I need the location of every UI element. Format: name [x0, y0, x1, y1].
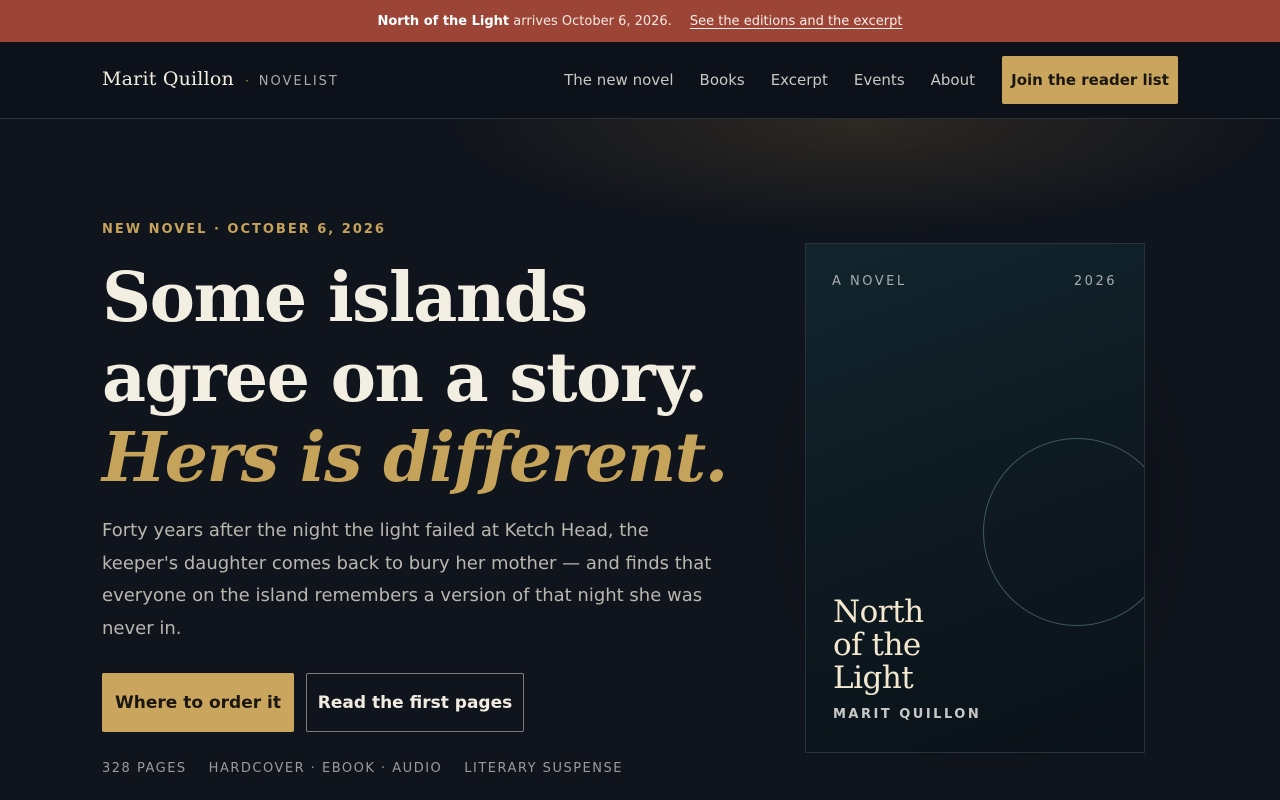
site-header: Marit Quillon · NOVELIST The new novel B… [0, 42, 1280, 119]
announcement-text: North of the Light arrives October 6, 20… [377, 14, 671, 29]
cover-top-row: A NOVEL 2026 [832, 274, 1117, 289]
cover-year: 2026 [1073, 274, 1117, 289]
cover-title: North of the Light [833, 596, 993, 695]
hero-headline: Some islands agree on a story. Hers is d… [102, 258, 782, 498]
cover-circle-ornament [983, 438, 1144, 626]
headline-line-2: agree on a story. [102, 338, 708, 418]
book-meta: 328 PAGES HARDCOVER · EBOOK · AUDIO LITE… [102, 761, 645, 776]
cover-title-line-2: of the [833, 627, 921, 663]
hero-eyebrow: NEW NOVEL · OCTOBER 6, 2026 [102, 222, 386, 237]
announcement-link[interactable]: See the editions and the excerpt [690, 14, 903, 29]
join-reader-list-button[interactable]: Join the reader list [1002, 56, 1178, 104]
announcement-date-text: arrives October 6, 2026. [509, 13, 672, 29]
announcement-book-title: North of the Light [377, 13, 510, 29]
hero-lede: Forty years after the night the light fa… [102, 520, 712, 639]
cover-title-line-1: North [833, 594, 924, 630]
read-first-pages-button[interactable]: Read the first pages [306, 673, 524, 732]
brand[interactable]: Marit Quillon · NOVELIST [102, 68, 339, 90]
brand-separator: · [244, 74, 249, 88]
cover-author: MARIT QUILLON [833, 707, 982, 722]
nav-item-events[interactable]: Events [854, 71, 905, 89]
brand-role: NOVELIST [258, 74, 339, 89]
announcement-bar: North of the Light arrives October 6, 20… [0, 0, 1280, 42]
nav-item-books[interactable]: Books [700, 71, 745, 89]
meta-genre: LITERARY SUSPENSE [464, 761, 623, 776]
cover-label: A NOVEL [832, 274, 907, 289]
main-nav: The new novel Books Excerpt Events About [564, 71, 975, 89]
nav-item-new-novel[interactable]: The new novel [564, 71, 673, 89]
where-to-order-button[interactable]: Where to order it [102, 673, 294, 732]
headline-line-1: Some islands [102, 258, 588, 338]
meta-formats: HARDCOVER · EBOOK · AUDIO [208, 761, 443, 776]
headline-accent: Hers is different. [102, 418, 728, 498]
book-cover: A NOVEL 2026 North of the Light MARIT QU… [805, 243, 1145, 753]
nav-item-about[interactable]: About [931, 71, 975, 89]
cover-title-line-3: Light [833, 660, 914, 696]
brand-name: Marit Quillon [102, 68, 234, 90]
nav-item-excerpt[interactable]: Excerpt [771, 71, 828, 89]
meta-pages: 328 PAGES [102, 761, 187, 776]
